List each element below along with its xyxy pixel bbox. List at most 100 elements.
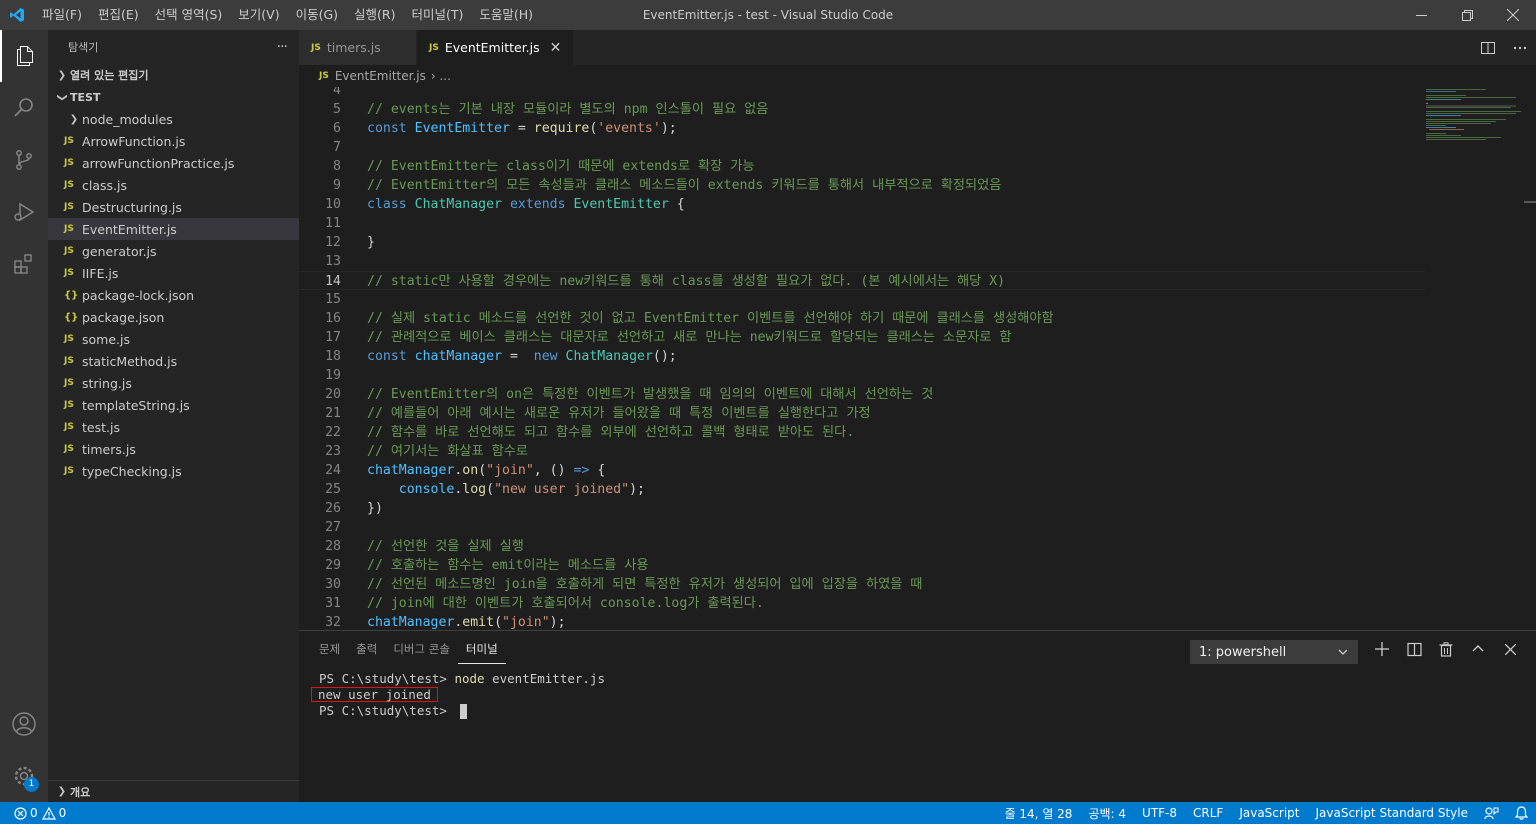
breadcrumb-rest[interactable]: › ... bbox=[431, 69, 451, 83]
breadcrumb-file[interactable]: EventEmitter.js bbox=[335, 69, 426, 83]
activity-source-control[interactable] bbox=[0, 134, 48, 186]
line-number: 12 bbox=[325, 235, 341, 250]
editor-more-button[interactable] bbox=[1504, 30, 1536, 65]
line-number: 16 bbox=[325, 311, 341, 326]
file-tree-item[interactable]: {} package-lock.json bbox=[48, 284, 299, 306]
activity-manage[interactable]: 1 bbox=[0, 750, 48, 802]
file-tree-item[interactable]: JS typeChecking.js bbox=[48, 460, 299, 482]
activity-extensions[interactable] bbox=[0, 238, 48, 290]
outline-section[interactable]: ❯ 개요 bbox=[48, 780, 299, 802]
menu-run[interactable]: 실행(R) bbox=[346, 0, 403, 30]
end-of-line[interactable]: CRLF bbox=[1185, 802, 1231, 824]
more-actions-button[interactable]: ··· bbox=[277, 39, 288, 55]
tab-output[interactable]: 출력 bbox=[348, 631, 385, 667]
line-number: 25 bbox=[325, 482, 341, 497]
file-tree-item[interactable]: JS EventEmitter.js bbox=[48, 218, 299, 240]
problems-status[interactable]: 0 0 bbox=[10, 802, 70, 824]
js-file-icon: JS bbox=[64, 378, 74, 388]
line-number: 7 bbox=[333, 140, 341, 155]
maximize-panel-button[interactable] bbox=[1462, 631, 1494, 667]
folder-section-test[interactable]: ❯ TEST bbox=[48, 86, 299, 108]
line-number: 4 bbox=[333, 87, 341, 98]
file-tree-item[interactable]: JS templateString.js bbox=[48, 394, 299, 416]
open-editors-section[interactable]: ❯ 열려 있는 편집기 bbox=[48, 64, 299, 86]
restore-button[interactable] bbox=[1444, 0, 1490, 30]
tab-timers[interactable]: JS timers.js bbox=[299, 30, 417, 65]
indentation[interactable]: 공백: 4 bbox=[1080, 802, 1134, 824]
editor-actions bbox=[1472, 30, 1536, 65]
line-number: 5 bbox=[333, 102, 341, 117]
file-tree-item[interactable]: JS staticMethod.js bbox=[48, 350, 299, 372]
menu-edit[interactable]: 편집(E) bbox=[90, 0, 147, 30]
activity-accounts[interactable] bbox=[0, 698, 48, 750]
close-panel-button[interactable] bbox=[1494, 631, 1526, 667]
close-tab-icon[interactable]: ✕ bbox=[550, 40, 562, 56]
activity-run-debug[interactable] bbox=[0, 186, 48, 238]
file-tree-item[interactable]: JS class.js bbox=[48, 174, 299, 196]
file-label: typeChecking.js bbox=[82, 463, 182, 479]
terminal-prompt: PS C:\study\test> bbox=[319, 671, 455, 686]
file-tree-item[interactable]: JS ArrowFunction.js bbox=[48, 130, 299, 152]
file-tree-item[interactable]: ❯ node_modules bbox=[48, 108, 299, 130]
menu-view[interactable]: 보기(V) bbox=[230, 0, 287, 30]
file-tree-item[interactable]: JS Destructuring.js bbox=[48, 196, 299, 218]
editor-scrollbar[interactable] bbox=[1524, 87, 1536, 630]
file-tree-item[interactable]: {} package.json bbox=[48, 306, 299, 328]
file-tree-item[interactable]: JS test.js bbox=[48, 416, 299, 438]
js-file-icon: JS bbox=[64, 422, 74, 432]
language-mode[interactable]: JavaScript bbox=[1231, 802, 1307, 824]
terminal-output[interactable]: PS C:\study\test> node eventEmitter.js n… bbox=[311, 671, 605, 719]
code-token: new bbox=[533, 349, 558, 364]
code-token: const bbox=[367, 121, 407, 136]
code-text: // EventEmitter는 class이기 때문에 extends로 확장… bbox=[367, 159, 755, 174]
js-file-icon: JS bbox=[64, 202, 74, 212]
code-editor[interactable]: 4 5 // events는 기본 내장 모듈이라 별도의 npm 인스톨이 필요 … bbox=[299, 87, 1425, 630]
split-editor-button[interactable] bbox=[1472, 30, 1504, 65]
file-tree-item[interactable]: JS arrowFunctionPractice.js bbox=[48, 152, 299, 174]
code-text: chatManager.emit("join"); bbox=[341, 613, 566, 630]
terminal-select[interactable]: 1: powershell bbox=[1190, 640, 1358, 664]
linter-style[interactable]: JavaScript Standard Style bbox=[1307, 802, 1476, 824]
tab-eventemitter[interactable]: JS EventEmitter.js ✕ bbox=[417, 30, 575, 65]
file-tree-item[interactable]: JS some.js bbox=[48, 328, 299, 350]
line-number: 14 bbox=[325, 274, 341, 289]
minimize-button[interactable] bbox=[1398, 0, 1444, 30]
file-tree-item[interactable]: JS string.js bbox=[48, 372, 299, 394]
explorer-title: 탐색기 bbox=[68, 41, 99, 54]
split-terminal-button[interactable] bbox=[1398, 631, 1430, 667]
file-label: Destructuring.js bbox=[82, 199, 182, 215]
code-token: ChatManager bbox=[565, 349, 653, 364]
file-tree-item[interactable]: JS timers.js bbox=[48, 438, 299, 460]
tab-terminal[interactable]: 터미널 bbox=[457, 634, 506, 664]
activity-explorer[interactable] bbox=[0, 30, 48, 82]
notifications-button[interactable] bbox=[1507, 802, 1536, 824]
menu-help[interactable]: 도움말(H) bbox=[471, 0, 541, 30]
menu-file[interactable]: 파일(F) bbox=[34, 0, 90, 30]
cursor-position[interactable]: 줄 14, 열 28 bbox=[997, 802, 1081, 824]
menu-go[interactable]: 이동(G) bbox=[288, 0, 346, 30]
editor-area: JS timers.js JS EventEmitter.js ✕ JS Eve… bbox=[299, 30, 1536, 630]
new-terminal-button[interactable] bbox=[1366, 631, 1398, 667]
close-window-button[interactable] bbox=[1490, 0, 1536, 30]
file-tree-item[interactable]: JS IIFE.js bbox=[48, 262, 299, 284]
kill-terminal-button[interactable] bbox=[1430, 631, 1462, 667]
menu-terminal[interactable]: 터미널(T) bbox=[404, 0, 472, 30]
window-controls bbox=[1398, 0, 1536, 30]
code-line: 7 bbox=[299, 138, 1425, 157]
menu-selection[interactable]: 선택 영역(S) bbox=[147, 0, 231, 30]
tab-debug-console[interactable]: 디버그 콘솔 bbox=[385, 631, 458, 667]
encoding[interactable]: UTF-8 bbox=[1134, 802, 1185, 824]
activity-search[interactable] bbox=[0, 82, 48, 134]
error-count: 0 bbox=[30, 806, 38, 820]
split-terminal-icon bbox=[1406, 642, 1422, 656]
code-line: 10 class ChatManager extends EventEmitter… bbox=[299, 195, 1425, 214]
minimize-icon bbox=[1415, 14, 1427, 16]
file-tree-item[interactable]: JS generator.js bbox=[48, 240, 299, 262]
minimap[interactable] bbox=[1426, 87, 1526, 147]
tab-problems[interactable]: 문제 bbox=[311, 631, 348, 667]
feedback-button[interactable] bbox=[1476, 802, 1507, 824]
